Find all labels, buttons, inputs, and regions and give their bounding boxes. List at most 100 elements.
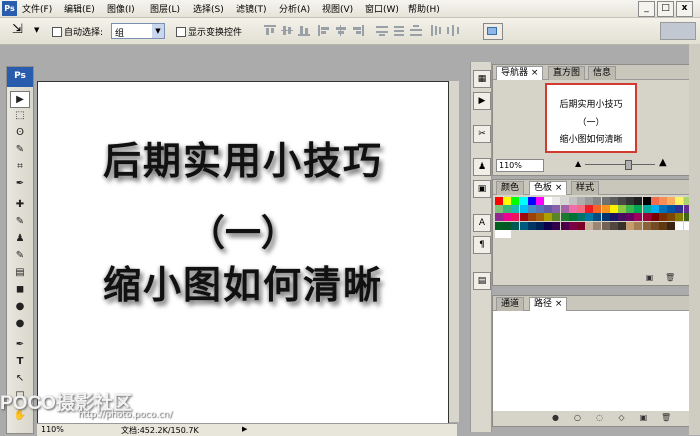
paragraph-palette-icon[interactable]: ¶ bbox=[473, 236, 491, 254]
swatch[interactable] bbox=[650, 213, 659, 222]
palette-well[interactable] bbox=[660, 22, 696, 40]
menu-edit[interactable]: 编辑(E) bbox=[64, 2, 95, 15]
swatch[interactable] bbox=[511, 205, 520, 214]
swatch[interactable] bbox=[503, 197, 512, 205]
swatch[interactable] bbox=[593, 197, 602, 205]
swatch[interactable] bbox=[667, 205, 676, 214]
lasso-icon[interactable]: ʘ bbox=[10, 125, 30, 140]
swatch[interactable] bbox=[659, 221, 667, 230]
minimize-button[interactable]: _ bbox=[638, 1, 655, 17]
zoom-slider-track[interactable] bbox=[585, 164, 655, 165]
swatch[interactable] bbox=[527, 205, 536, 214]
swatch[interactable] bbox=[642, 197, 651, 205]
swatch[interactable] bbox=[495, 197, 503, 205]
character-palette-icon[interactable]: A bbox=[473, 214, 491, 232]
menu-analysis[interactable]: 分析(A) bbox=[279, 2, 310, 15]
document-scrollbar[interactable] bbox=[449, 81, 459, 422]
swatch[interactable] bbox=[667, 197, 676, 205]
swatch[interactable] bbox=[552, 197, 561, 205]
swatch[interactable] bbox=[495, 221, 503, 230]
swatch[interactable] bbox=[667, 213, 676, 222]
swatch[interactable] bbox=[495, 205, 503, 214]
swatch[interactable] bbox=[609, 205, 618, 214]
tab-navigator[interactable]: 导航器 × bbox=[496, 66, 544, 80]
swatch[interactable] bbox=[659, 213, 667, 222]
brushes-palette-icon[interactable]: ▦ bbox=[473, 70, 491, 88]
show-transform-checkbox[interactable] bbox=[176, 27, 186, 37]
swatch[interactable] bbox=[503, 229, 512, 238]
swatch[interactable] bbox=[618, 197, 626, 205]
distribute-hcenter-icon[interactable] bbox=[447, 25, 459, 36]
swatch[interactable] bbox=[519, 205, 528, 214]
swatch[interactable] bbox=[650, 197, 659, 205]
document-canvas[interactable]: 后期实用小技巧 （一） 缩小图如何清晰 bbox=[37, 81, 449, 424]
menu-help[interactable]: 帮助(H) bbox=[408, 2, 440, 15]
distribute-top-icon[interactable] bbox=[376, 25, 388, 36]
tool-presets-icon[interactable]: ✂ bbox=[473, 125, 491, 143]
swatch[interactable] bbox=[536, 197, 544, 205]
swatch[interactable] bbox=[536, 205, 544, 214]
swatch[interactable] bbox=[544, 213, 553, 222]
swatch[interactable] bbox=[577, 221, 585, 230]
move-icon[interactable]: ▶ bbox=[10, 91, 30, 108]
tab-color[interactable]: 颜色 bbox=[496, 181, 525, 195]
eyedropper-icon[interactable]: ✒ bbox=[10, 176, 30, 191]
swatch[interactable] bbox=[626, 221, 635, 230]
status-menu-arrow-icon[interactable]: ▶ bbox=[242, 425, 247, 433]
swatch[interactable] bbox=[519, 197, 528, 205]
swatch[interactable] bbox=[511, 213, 520, 222]
align-bottom-icon[interactable] bbox=[298, 25, 310, 36]
align-hcenter-icon[interactable] bbox=[335, 25, 347, 36]
menu-view[interactable]: 视图(V) bbox=[322, 2, 353, 15]
chevron-down-icon[interactable]: ▼ bbox=[34, 26, 39, 34]
swatch[interactable] bbox=[536, 221, 544, 230]
zoom-level[interactable]: 110% bbox=[41, 425, 64, 434]
swatch[interactable] bbox=[609, 213, 618, 222]
tab-swatches[interactable]: 色板 × bbox=[529, 181, 568, 195]
swatch[interactable] bbox=[519, 221, 528, 230]
tab-histogram[interactable]: 直方图 bbox=[548, 66, 586, 80]
new-swatch-icon[interactable]: ▣ bbox=[645, 273, 654, 282]
distribute-vcenter-icon[interactable] bbox=[393, 25, 405, 36]
swatch[interactable] bbox=[544, 197, 553, 205]
swatch[interactable] bbox=[503, 213, 512, 222]
type-icon[interactable]: T bbox=[10, 354, 30, 369]
swatch[interactable] bbox=[585, 221, 594, 230]
delete-swatch-icon[interactable]: 🗑 bbox=[665, 273, 675, 282]
swatch[interactable] bbox=[675, 221, 684, 230]
swatch[interactable] bbox=[593, 221, 602, 230]
swatch[interactable] bbox=[634, 197, 643, 205]
swatch[interactable] bbox=[593, 205, 602, 214]
swatch[interactable] bbox=[659, 205, 667, 214]
swatch[interactable] bbox=[560, 221, 569, 230]
swatch[interactable] bbox=[675, 213, 684, 222]
magic-wand-icon[interactable]: ✎ bbox=[10, 142, 30, 157]
maximize-button[interactable]: □ bbox=[657, 1, 674, 17]
actions-palette-icon[interactable]: ▶ bbox=[473, 92, 491, 110]
swatch[interactable] bbox=[585, 213, 594, 222]
swatch[interactable] bbox=[577, 213, 585, 222]
swatch[interactable] bbox=[577, 197, 585, 205]
tab-styles[interactable]: 样式 bbox=[571, 181, 600, 195]
zoom-slider-thumb[interactable] bbox=[625, 160, 632, 170]
zoom-in-icon[interactable]: ▲ bbox=[659, 157, 667, 168]
navigator-thumbnail[interactable]: 后期实用小技巧 （一） 缩小图如何清晰 bbox=[545, 83, 637, 153]
new-path-icon[interactable]: ▣ bbox=[639, 413, 648, 422]
swatch[interactable] bbox=[642, 205, 651, 214]
marquee-icon[interactable]: ⬚ bbox=[10, 108, 30, 123]
swatch[interactable] bbox=[609, 221, 618, 230]
swatch[interactable] bbox=[495, 213, 503, 222]
menu-window[interactable]: 窗口(W) bbox=[365, 2, 399, 15]
align-top-icon[interactable] bbox=[264, 25, 276, 36]
gradient-icon[interactable]: ◼ bbox=[10, 282, 30, 297]
swatch[interactable] bbox=[642, 221, 651, 230]
swatch[interactable] bbox=[519, 213, 528, 222]
auto-select-dropdown[interactable]: 组 ▼ bbox=[111, 23, 165, 39]
swatch[interactable] bbox=[568, 221, 577, 230]
make-path-icon[interactable]: ◇ bbox=[617, 413, 626, 422]
path-select-icon[interactable]: ↖ bbox=[10, 371, 30, 386]
swatch[interactable] bbox=[650, 205, 659, 214]
dodge-icon[interactable]: ● bbox=[10, 316, 30, 331]
stroke-path-icon[interactable]: ○ bbox=[573, 413, 582, 422]
move-tool-preset-icon[interactable]: ⇲ bbox=[12, 22, 23, 37]
